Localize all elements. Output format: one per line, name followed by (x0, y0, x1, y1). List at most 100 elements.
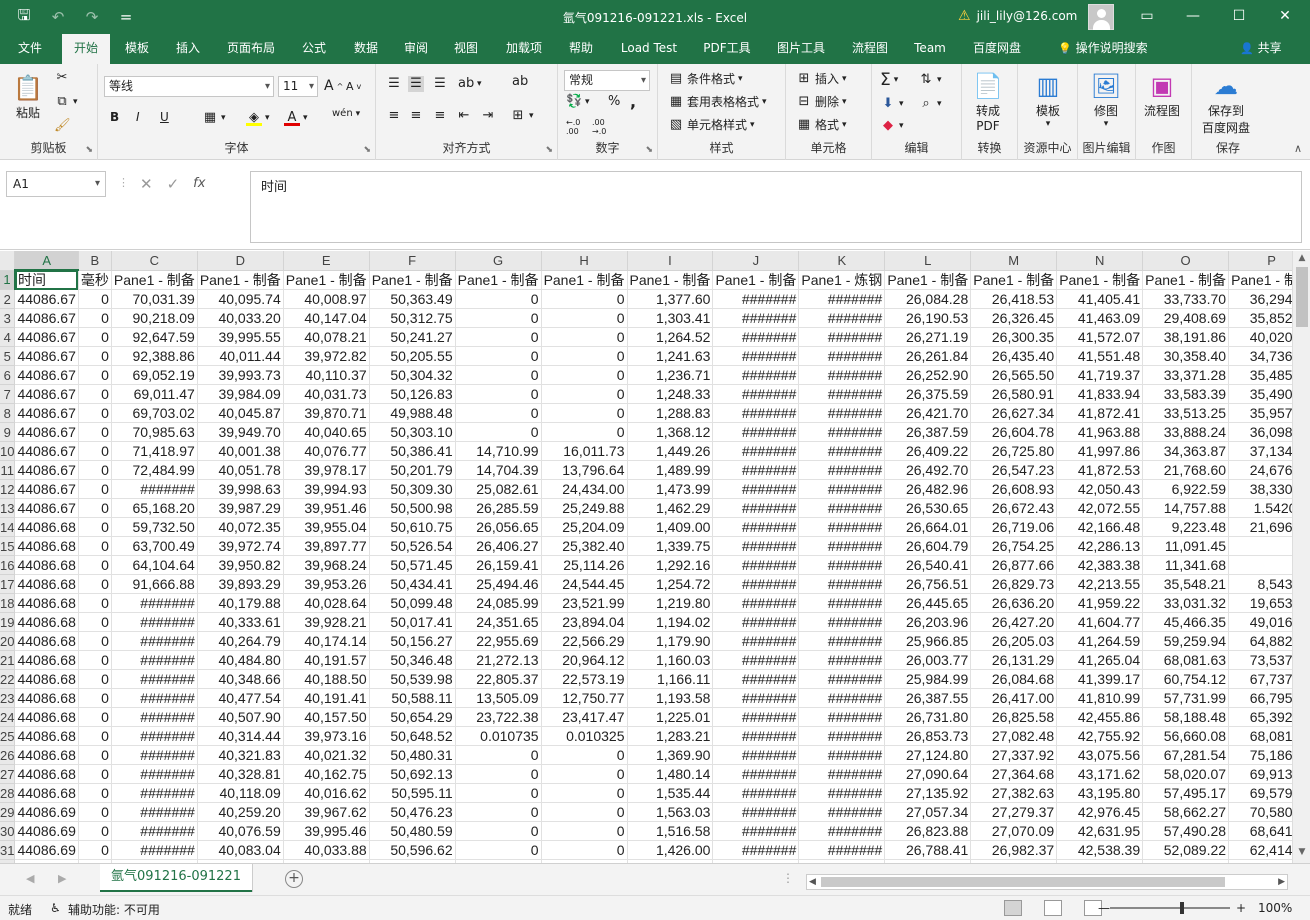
cell[interactable]: 50,099.48 (369, 593, 456, 613)
row-header[interactable]: 14 (0, 517, 16, 537)
cell[interactable]: ####### (798, 669, 886, 689)
cell[interactable]: 25,494.46 (455, 574, 542, 594)
row-header[interactable]: 17 (0, 574, 16, 594)
cell[interactable]: 44086.67 (14, 365, 79, 385)
wrap-text-button[interactable]: ab (512, 74, 528, 90)
cell[interactable]: ####### (111, 669, 198, 689)
cell[interactable]: 23,894.04 (541, 612, 628, 632)
cell[interactable]: ####### (798, 441, 886, 461)
cell[interactable]: 0 (78, 650, 112, 670)
cell[interactable]: 26,754.25 (970, 536, 1058, 556)
cell[interactable]: 0 (541, 384, 628, 404)
cell[interactable]: ####### (712, 593, 800, 613)
cell[interactable]: 1,264.52 (627, 327, 714, 347)
column-header[interactable]: J (712, 251, 800, 271)
retouch-button[interactable]: 🖼 修图 ▾ (1090, 70, 1122, 129)
cell[interactable]: 0 (78, 365, 112, 385)
cell[interactable]: 0 (455, 422, 542, 442)
cell[interactable]: Pane1 - 制备 (197, 270, 284, 290)
dialog-launcher-icon[interactable]: ⬊ (85, 145, 93, 155)
cell[interactable]: 69,913.02 (1228, 764, 1292, 784)
cell[interactable]: 44086.68 (14, 612, 79, 632)
cell[interactable]: 41,551.48 (1056, 346, 1144, 366)
cell[interactable]: ####### (798, 327, 886, 347)
cell[interactable]: 0 (541, 308, 628, 328)
dialog-launcher-icon[interactable]: ⬊ (363, 145, 371, 155)
cell[interactable]: 26,825.58 (970, 707, 1058, 727)
cell[interactable]: 33,031.32 (1142, 593, 1230, 613)
cell[interactable]: 39,893.29 (197, 574, 284, 594)
column-header[interactable]: H (541, 251, 628, 271)
font-color-button[interactable]: A ▾ (284, 110, 308, 126)
cell[interactable]: 0 (78, 422, 112, 442)
cell[interactable]: 26,084.28 (884, 289, 972, 309)
cell[interactable]: 39,987.29 (197, 498, 284, 518)
close-button[interactable]: ✕ (1262, 0, 1308, 34)
cell[interactable]: 44086.68 (14, 650, 79, 670)
cell[interactable]: 26,756.51 (884, 574, 972, 594)
cell[interactable]: 27,070.09 (970, 821, 1058, 841)
cell[interactable]: 26,084.68 (970, 669, 1058, 689)
cell[interactable]: 75,186.65 (1228, 745, 1292, 765)
cell[interactable]: 41,719.37 (1056, 365, 1144, 385)
cell[interactable]: 26,203.96 (884, 612, 972, 632)
cell[interactable]: 60,754.12 (1142, 669, 1230, 689)
splitter-icon[interactable]: ⋮ (782, 871, 794, 885)
cell[interactable]: 42,976.45 (1056, 802, 1144, 822)
cell[interactable]: 40,179.88 (197, 593, 284, 613)
row-header[interactable]: 12 (0, 479, 16, 499)
cell[interactable]: 0 (455, 308, 542, 328)
align-top-button[interactable]: ☰ (386, 76, 402, 92)
cell[interactable]: 71,418.97 (111, 441, 198, 461)
cell[interactable]: 44086.69 (14, 802, 79, 822)
delete-cells-button[interactable]: ⊟ 删除 ▾ (796, 93, 847, 110)
bold-button[interactable]: B (110, 110, 119, 124)
cell[interactable]: ####### (712, 384, 800, 404)
cell[interactable]: 35,485.22 (1228, 365, 1292, 385)
cell[interactable]: 0 (541, 422, 628, 442)
cell[interactable]: 时间 (14, 270, 79, 290)
cell[interactable]: 26,982.37 (970, 840, 1058, 860)
row-header[interactable]: 19 (0, 612, 16, 632)
cell[interactable]: ####### (798, 688, 886, 708)
cell[interactable]: 12,750.77 (541, 688, 628, 708)
cell[interactable]: 64,104.64 (111, 555, 198, 575)
accessibility-status[interactable]: 辅助功能: 不可用 (68, 901, 160, 918)
cell[interactable]: 40,076.59 (197, 821, 284, 841)
cell[interactable]: ####### (798, 650, 886, 670)
cell[interactable]: ####### (111, 650, 198, 670)
cell[interactable]: 40,321.83 (197, 745, 284, 765)
column-header[interactable]: A (14, 251, 79, 271)
cell[interactable]: ####### (798, 517, 886, 537)
cell[interactable]: 1,368.12 (627, 422, 714, 442)
cell[interactable]: 0 (541, 783, 628, 803)
horizontal-scrollbar[interactable]: ◀ ▶ (806, 874, 1288, 890)
tab-2[interactable]: 模板 (118, 34, 156, 64)
prev-sheet-icon[interactable]: ◀ (26, 872, 34, 885)
cell[interactable]: 36,294.02 (1228, 289, 1292, 309)
cell[interactable]: 23,521.99 (541, 593, 628, 613)
cell[interactable]: 40,174.14 (283, 631, 370, 651)
cell[interactable]: Pane1 - 制备 (1228, 270, 1292, 290)
cell[interactable]: ####### (111, 821, 198, 841)
cell[interactable]: 26,672.43 (970, 498, 1058, 518)
row-header[interactable]: 3 (0, 308, 16, 328)
cell[interactable]: 44086.67 (14, 479, 79, 499)
cell[interactable]: 50,434.41 (369, 574, 456, 594)
cell[interactable]: Pane1 - 制备 (970, 270, 1058, 290)
row-header[interactable]: 24 (0, 707, 16, 727)
cell[interactable]: 0 (78, 441, 112, 461)
cell[interactable]: 39,897.77 (283, 536, 370, 556)
cell[interactable]: 68,081.00 (1228, 726, 1292, 746)
normal-view-icon[interactable] (1004, 900, 1022, 916)
cell[interactable]: 50,588.11 (369, 688, 456, 708)
cell[interactable]: 42,050.43 (1056, 479, 1144, 499)
cell[interactable]: 0 (78, 707, 112, 727)
cell[interactable]: 50,596.62 (369, 840, 456, 860)
add-sheet-icon[interactable]: + (285, 870, 303, 888)
cell[interactable]: 50,480.59 (369, 821, 456, 841)
cell[interactable]: 50,201.79 (369, 460, 456, 480)
formula-input[interactable]: 时间 (250, 171, 1302, 243)
cell[interactable]: 26,421.70 (884, 403, 972, 423)
account-area[interactable]: ⚠ jili_lily@126.com (958, 8, 1077, 24)
